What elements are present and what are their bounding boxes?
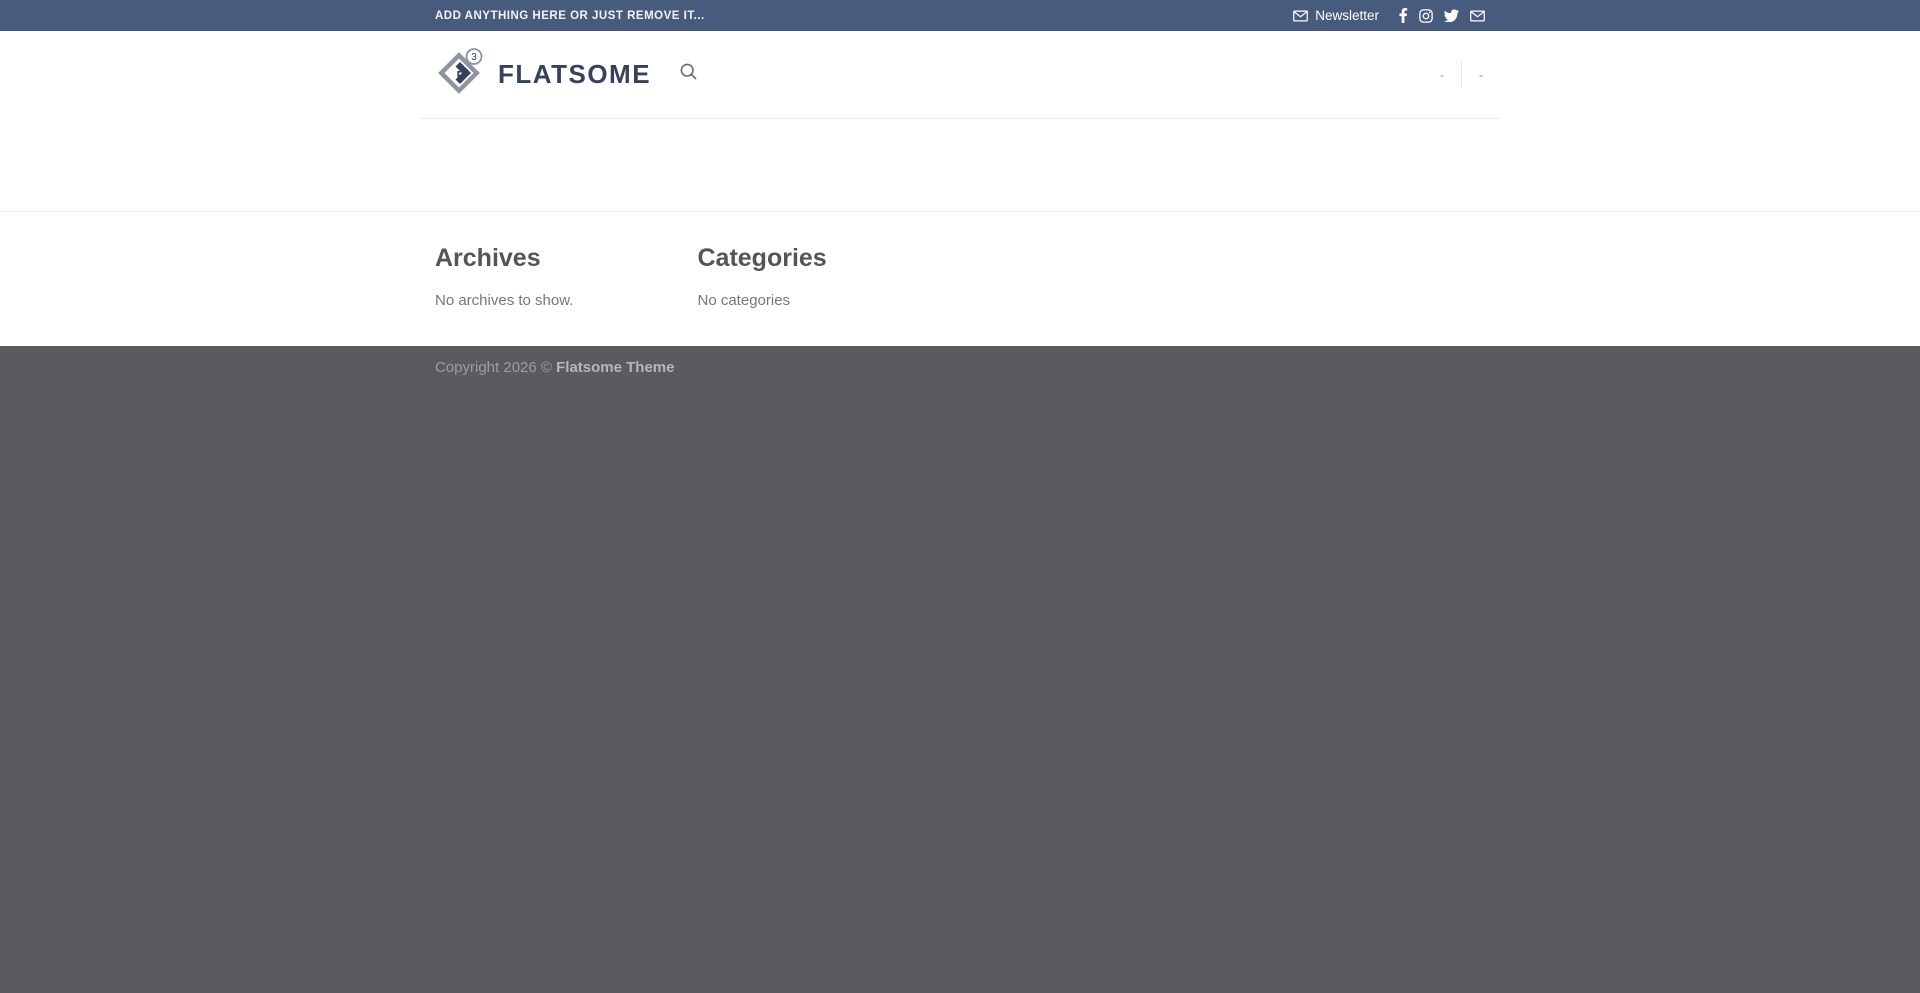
twitter-icon[interactable] — [1444, 9, 1459, 22]
top-bar: ADD ANYTHING HERE OR JUST REMOVE IT... N… — [0, 0, 1920, 31]
nav-item-dash-1[interactable]: - — [1423, 68, 1461, 82]
svg-text:F: F — [457, 68, 465, 83]
copyright-prefix: Copyright 2026 © — [435, 359, 556, 376]
widget-title-categories: Categories — [698, 245, 931, 273]
logo-badge: 3 — [471, 52, 477, 63]
mail-icon[interactable] — [1470, 10, 1485, 22]
main-content — [0, 119, 1920, 211]
newsletter-label: Newsletter — [1315, 8, 1379, 23]
logo-text: FLATSOME — [498, 59, 651, 90]
absolute-footer: Copyright 2026 © Flatsome Theme — [0, 346, 1920, 993]
footer-widget-archives: Archives No archives to show. — [435, 245, 698, 310]
search-icon — [679, 62, 699, 87]
newsletter-link[interactable]: Newsletter — [1293, 8, 1379, 23]
site-header: F 3 FLATSOME - - — [0, 31, 1920, 119]
footer-widget-empty-2 — [1223, 245, 1486, 310]
footer-widget-categories: Categories No categories — [698, 245, 961, 310]
widget-text-archives: No archives to show. — [435, 292, 668, 310]
topbar-right: Newsletter — [1293, 8, 1485, 23]
copyright-text: Copyright 2026 © Flatsome Theme — [435, 359, 1485, 376]
envelope-icon — [1293, 10, 1308, 22]
topbar-message: ADD ANYTHING HERE OR JUST REMOVE IT... — [435, 10, 705, 22]
widget-title-archives: Archives — [435, 245, 668, 273]
facebook-icon[interactable] — [1399, 8, 1408, 23]
widget-text-categories: No categories — [698, 292, 931, 310]
copyright-brand: Flatsome Theme — [556, 359, 674, 376]
instagram-icon[interactable] — [1419, 9, 1433, 23]
site-logo[interactable]: F 3 FLATSOME — [435, 47, 651, 102]
header-right-nav: - - — [1423, 61, 1485, 88]
footer-widget-empty-1 — [960, 245, 1223, 310]
footer-widgets: Archives No archives to show. Categories… — [0, 211, 1920, 346]
search-button[interactable] — [679, 62, 699, 87]
nav-item-dash-2[interactable]: - — [1462, 68, 1485, 82]
social-icons — [1399, 8, 1485, 23]
flatsome-logo-icon: F 3 — [435, 47, 485, 102]
